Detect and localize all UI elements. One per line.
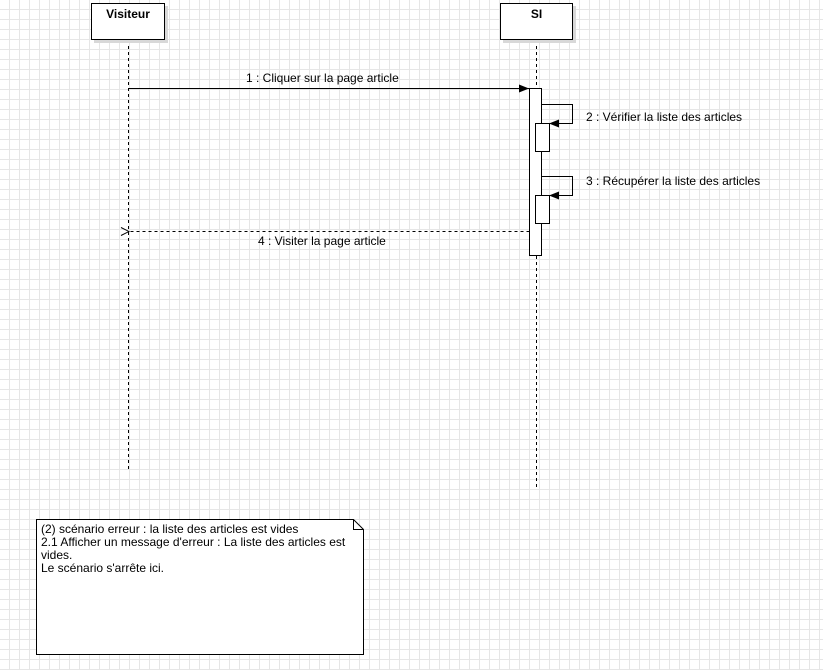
note-line-2: 2.1 Afficher un message d'erreur : La li… xyxy=(41,535,346,562)
participant-visiteur[interactable]: Visiteur xyxy=(91,3,165,40)
message-2-label[interactable]: 2 : Vérifier la liste des articles xyxy=(586,110,742,124)
message-1-label[interactable]: 1 : Cliquer sur la page article xyxy=(246,71,399,85)
note-line-3: Le scénario s'arrête ici. xyxy=(41,561,165,575)
message-3-label[interactable]: 3 : Récupérer la liste des articles xyxy=(586,174,760,188)
message-2-self-arrow xyxy=(541,104,573,128)
participant-si[interactable]: SI xyxy=(500,3,573,40)
message-3-self-arrow xyxy=(541,176,573,200)
message-3-activation xyxy=(535,195,550,224)
participant-visiteur-label: Visiteur xyxy=(106,7,150,21)
participant-si-label: SI xyxy=(530,7,543,21)
message-2-activation xyxy=(535,123,550,152)
si-activation-bar xyxy=(529,88,542,256)
error-scenario-note[interactable]: (2) scénario erreur : la liste des artic… xyxy=(36,519,364,655)
note-text: (2) scénario erreur : la liste des artic… xyxy=(41,523,359,575)
message-4-label[interactable]: 4 : Visiter la page article xyxy=(258,234,386,248)
